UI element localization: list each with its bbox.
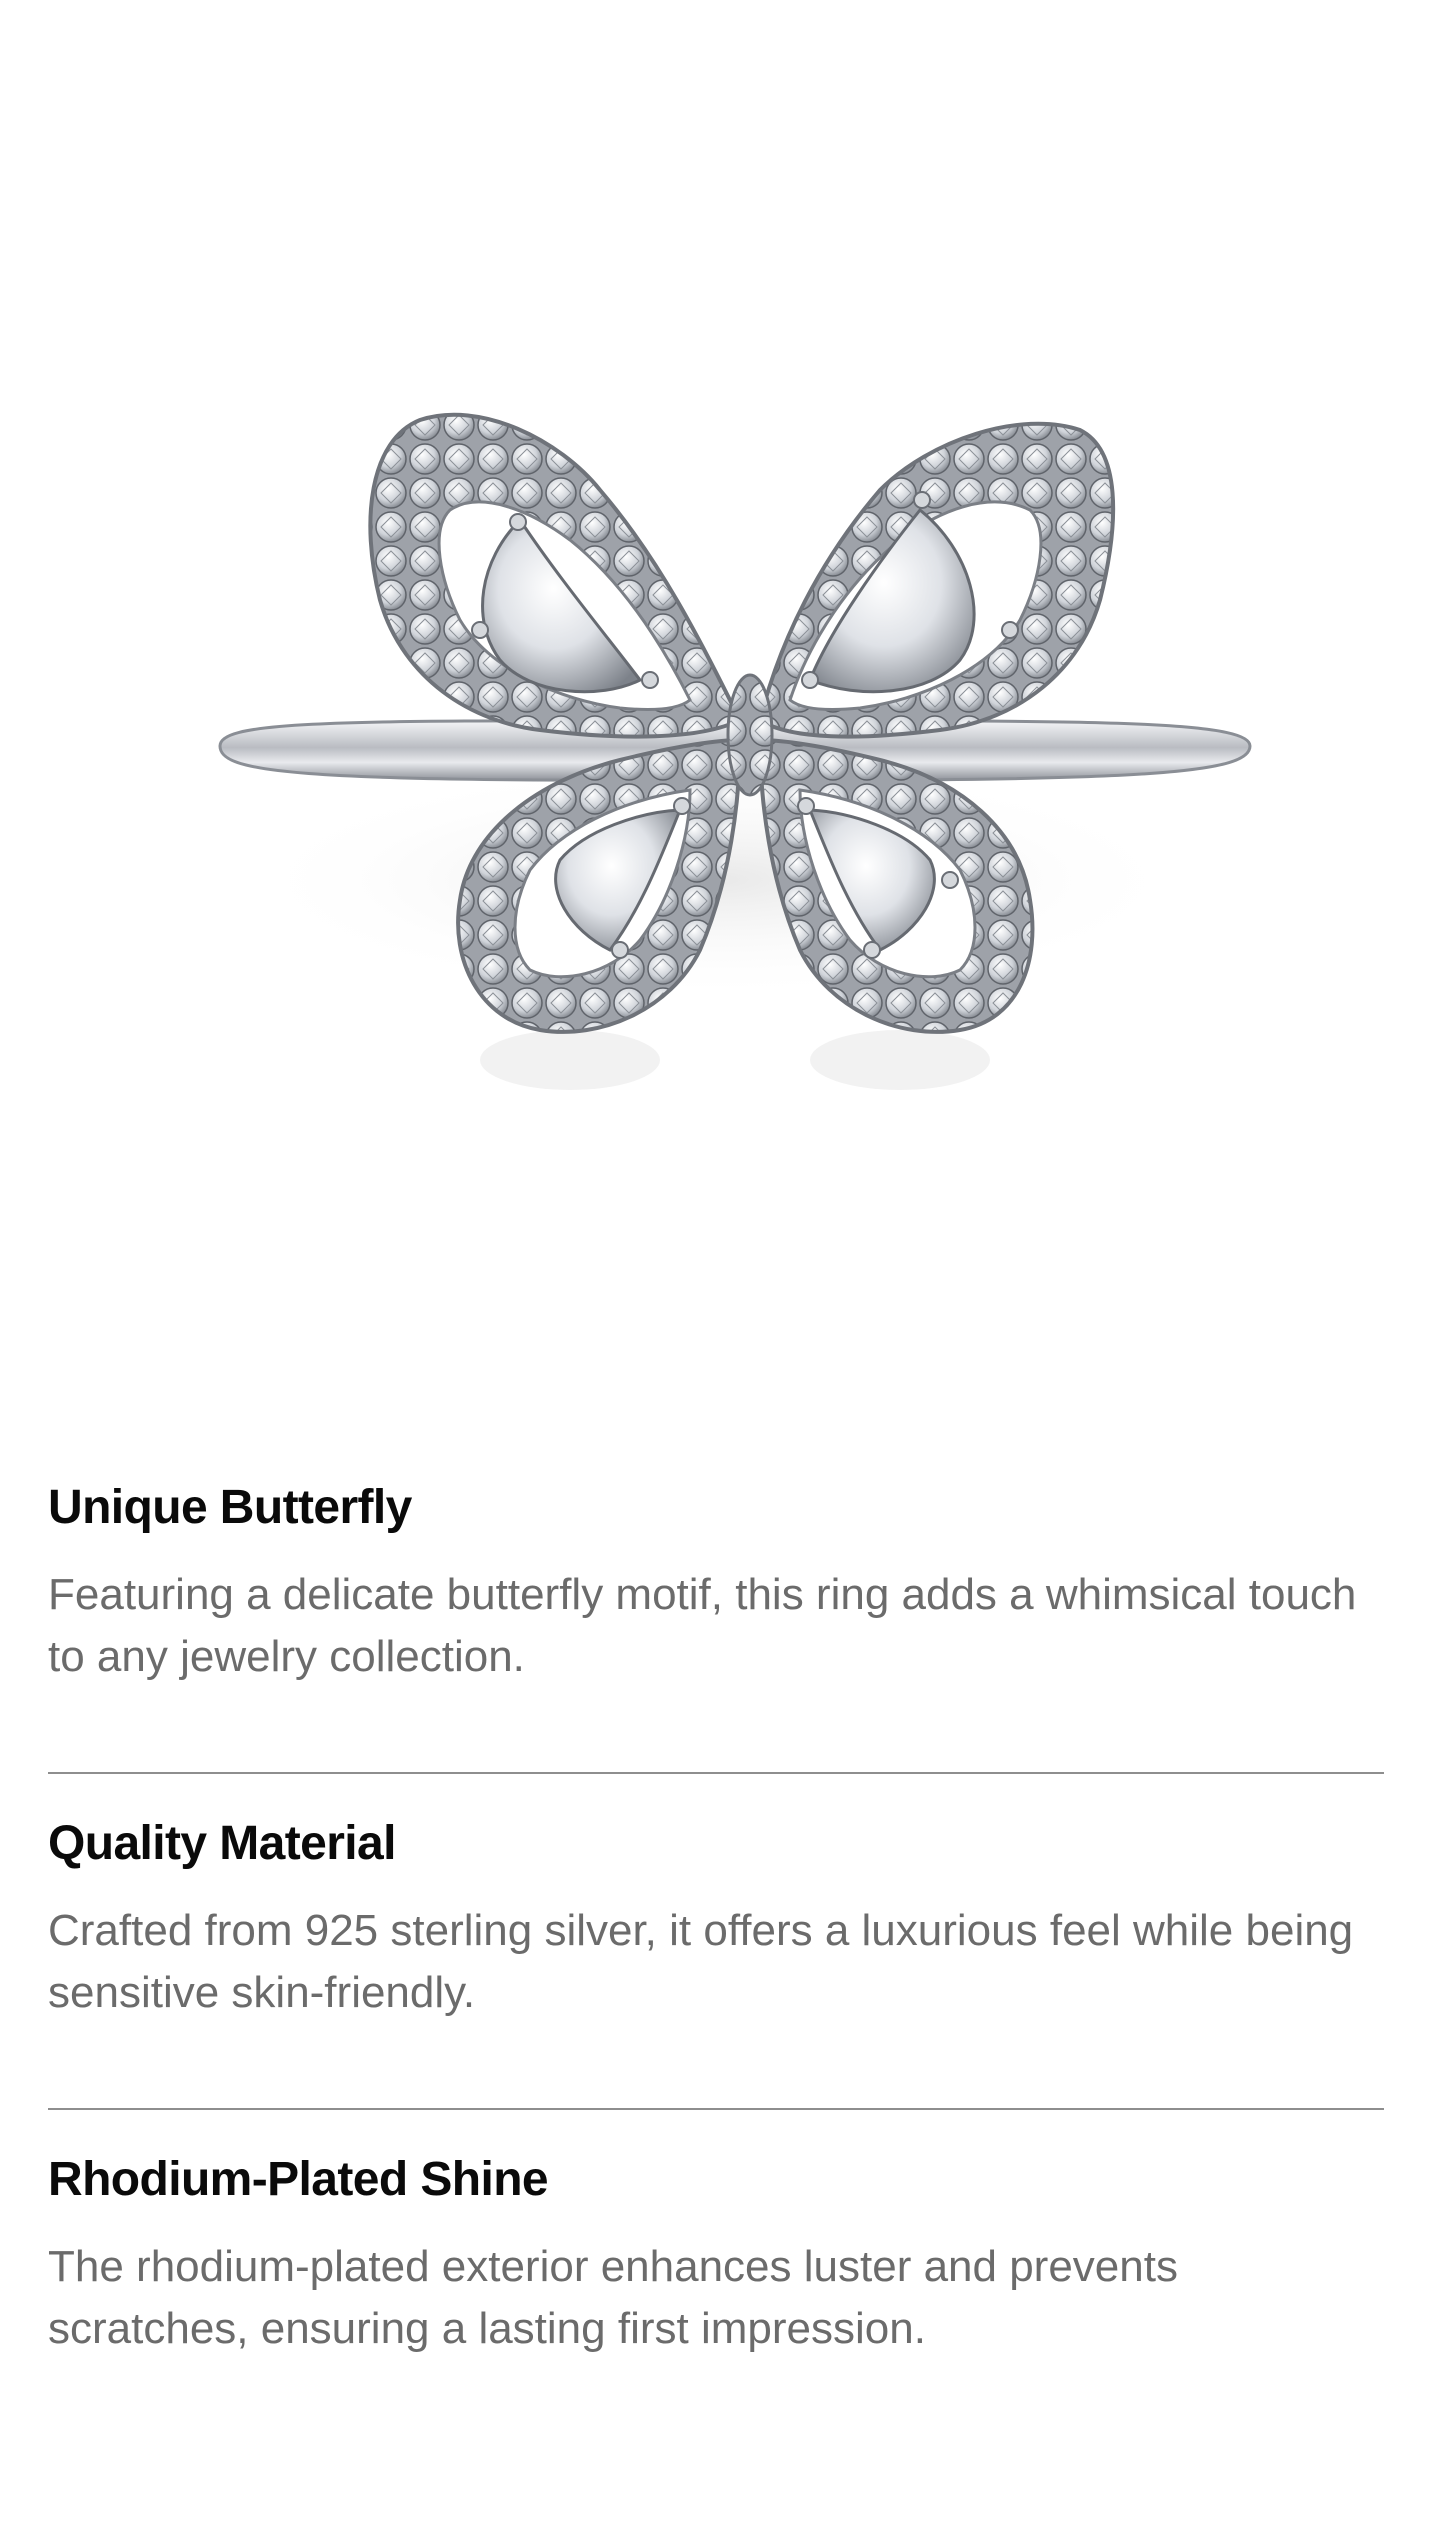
- product-hero: [0, 0, 1432, 1420]
- feature-description: Featuring a delicate butterfly motif, th…: [48, 1570, 1357, 1681]
- butterfly-ring-image: [218, 412, 1252, 1090]
- feature-description: Crafted from 925 sterling silver, it off…: [48, 1906, 1354, 2017]
- feature-list: Unique Butterfly Featuring a delicate bu…: [48, 1480, 1384, 2360]
- divider: [48, 1772, 1384, 1774]
- butterfly-body: [726, 673, 774, 797]
- divider: [48, 2108, 1384, 2110]
- upper-right-wing: [757, 421, 1116, 739]
- feature-description: The rhodium-plated exterior enhances lus…: [48, 2242, 1178, 2353]
- feature-unique-butterfly: Unique Butterfly Featuring a delicate bu…: [48, 1480, 1384, 1688]
- feature-quality-material: Quality Material Crafted from 925 sterli…: [48, 1816, 1384, 2024]
- feature-title: Unique Butterfly: [48, 1481, 412, 1534]
- feature-rhodium-plated-shine: Rhodium-Plated Shine The rhodium-plated …: [48, 2152, 1384, 2360]
- feature-title: Quality Material: [48, 1817, 396, 1870]
- feature-title: Rhodium-Plated Shine: [48, 2153, 549, 2206]
- upper-left-wing: [368, 412, 743, 739]
